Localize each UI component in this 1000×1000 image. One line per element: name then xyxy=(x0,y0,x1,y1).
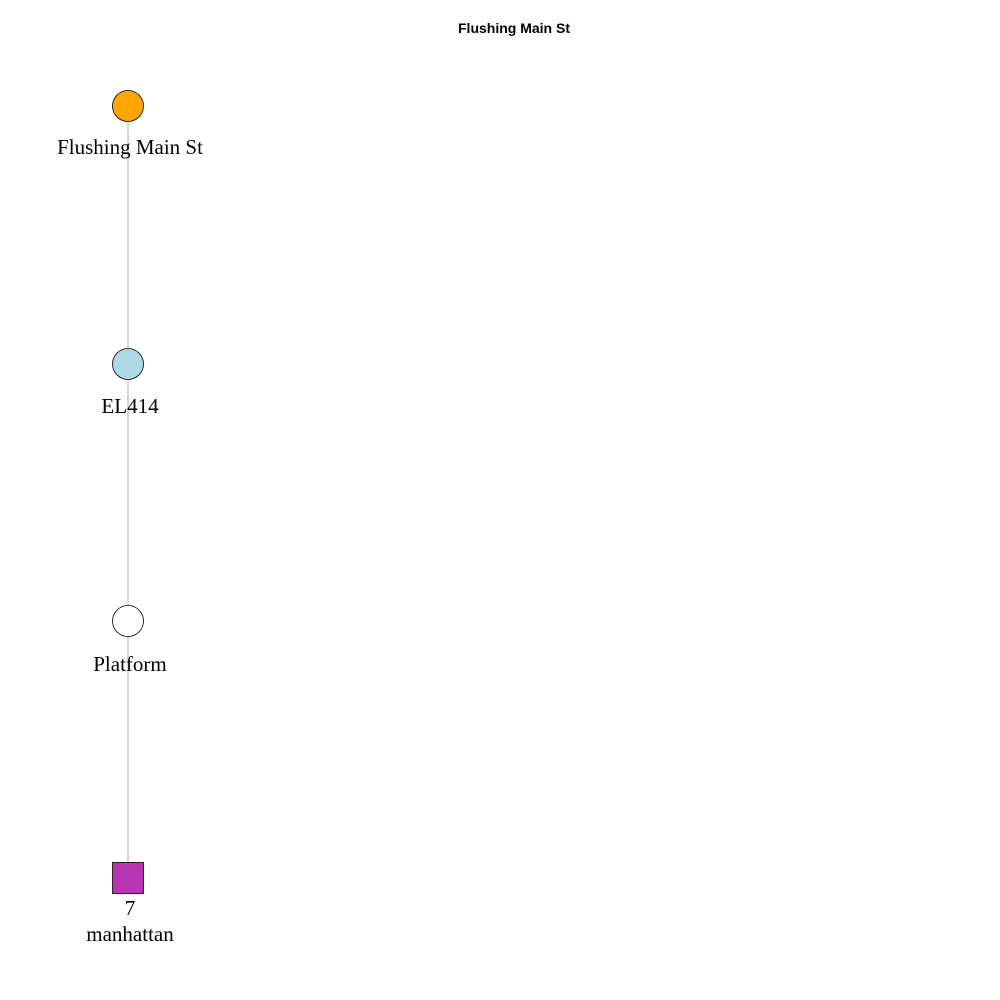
elevator-node-marker xyxy=(112,348,144,380)
platform-node-marker xyxy=(112,605,144,637)
platform-node-label: Platform xyxy=(93,652,167,676)
station-node-label: Flushing Main St xyxy=(57,135,203,159)
route-node-label-direction: manhattan xyxy=(86,922,174,946)
node-platform: Platform xyxy=(93,605,167,676)
node-station: Flushing Main St xyxy=(57,90,203,159)
node-elevator: EL414 xyxy=(101,348,159,418)
route-node-marker xyxy=(112,862,144,894)
station-node-marker xyxy=(112,90,144,122)
route-node-label-number: 7 xyxy=(125,896,136,920)
node-route: 7 manhattan xyxy=(86,862,174,946)
network-diagram: Flushing Main St EL414 Platform 7 manhat… xyxy=(57,90,203,946)
elevator-node-label: EL414 xyxy=(101,394,159,418)
